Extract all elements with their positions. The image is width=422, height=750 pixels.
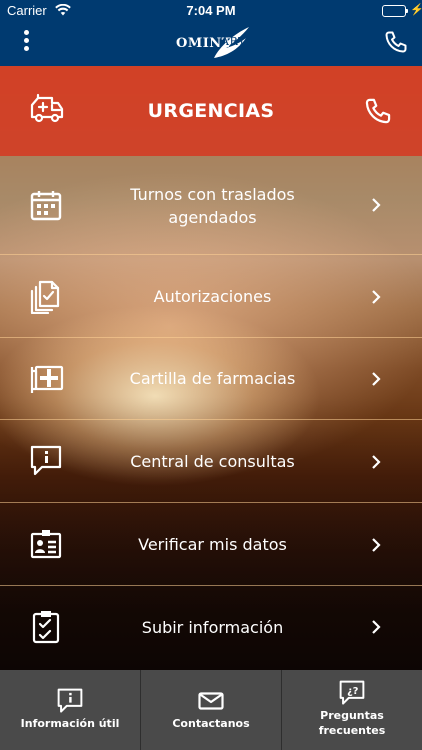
checklist-icon: [32, 610, 60, 648]
tab-preguntas-frecuentes[interactable]: ¿? Preguntas frecuentes: [282, 670, 422, 750]
omint-art-logo: OMINT ART: [170, 26, 254, 60]
id-card-icon: [30, 529, 62, 563]
menu-item-label: Cartilla de farmacias: [129, 369, 296, 388]
menu-item-label: Turnos con traslados agendados: [130, 185, 295, 227]
menu-item-verificar-datos[interactable]: Verificar mis datos: [0, 503, 422, 586]
menu-item-subir-informacion[interactable]: Subir información: [0, 586, 422, 670]
chevron-right-icon: [370, 371, 382, 391]
menu-item-label: Central de consultas: [130, 452, 295, 471]
chevron-right-icon: [370, 619, 382, 639]
top-bar: Carrier 7:04 PM ⚡ OMINT ART: [0, 0, 422, 66]
mail-icon: [198, 692, 224, 713]
tab-label: Información útil: [20, 717, 120, 730]
phone-icon[interactable]: [364, 97, 392, 129]
tab-label: Contactanos: [172, 717, 250, 730]
info-chat-icon: [57, 688, 83, 717]
bottom-tab-bar: Información útil Contactanos ¿? Pregunta…: [0, 670, 422, 750]
info-chat-icon: [30, 445, 62, 481]
chevron-right-icon: [370, 537, 382, 557]
urgencias-label: URGENCIAS: [147, 100, 275, 122]
tab-label: Preguntas frecuentes: [318, 709, 386, 737]
more-vertical-icon[interactable]: [20, 30, 32, 54]
tab-contactanos[interactable]: Contactanos: [141, 670, 281, 750]
battery-icon: [382, 5, 406, 17]
battery-cap: [406, 9, 408, 13]
menu-item-autorizaciones[interactable]: Autorizaciones: [0, 255, 422, 338]
status-time: 7:04 PM: [186, 3, 236, 18]
question-chat-icon: ¿?: [339, 680, 365, 709]
tab-informacion-util[interactable]: Información útil: [0, 670, 140, 750]
chevron-right-icon: [370, 454, 382, 474]
menu-item-label: Subir información: [141, 618, 284, 637]
logo-art-text: ART: [221, 35, 246, 48]
menu-item-farmacias[interactable]: Cartilla de farmacias: [0, 338, 422, 420]
documents-check-icon: [30, 280, 60, 318]
app-screen: Carrier 7:04 PM ⚡ OMINT ART URGENCIAS Tu…: [0, 0, 422, 750]
urgencias-button[interactable]: URGENCIAS: [0, 66, 422, 156]
svg-text:¿?: ¿?: [347, 686, 359, 697]
calendar-icon: [30, 189, 62, 225]
chevron-right-icon: [370, 197, 382, 217]
menu-item-label: Autorizaciones: [153, 287, 272, 306]
status-bar: Carrier 7:04 PM ⚡: [0, 0, 422, 22]
menu-item-label: Verificar mis datos: [138, 535, 287, 554]
menu-item-turnos[interactable]: Turnos con traslados agendados: [0, 156, 422, 255]
charging-icon: ⚡: [410, 4, 422, 16]
phone-icon[interactable]: [384, 30, 408, 54]
chevron-right-icon: [370, 289, 382, 309]
menu-item-consultas[interactable]: Central de consultas: [0, 420, 422, 503]
pharmacy-icon: [30, 363, 64, 399]
